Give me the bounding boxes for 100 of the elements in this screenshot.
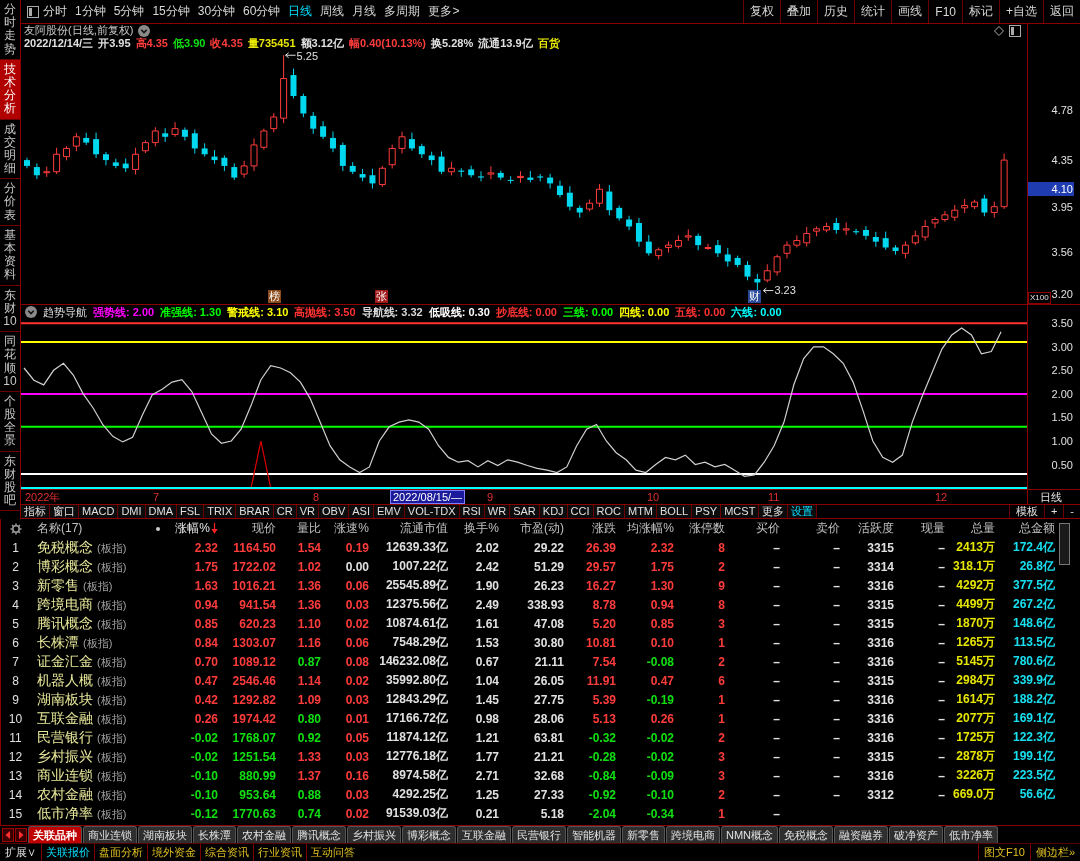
board-name[interactable]: 证金汇金 <box>37 652 93 671</box>
board-name[interactable]: 免税概念 <box>37 538 93 557</box>
side-tab[interactable]: 同花顺10 <box>0 332 20 392</box>
column-header[interactable]: 涨停数 <box>689 520 725 537</box>
column-header[interactable]: 买价 <box>756 520 780 537</box>
toolbar-button[interactable]: 叠加 <box>780 0 818 23</box>
indicator-tab[interactable]: MACD <box>79 505 119 518</box>
column-header[interactable]: 涨跌 <box>592 520 616 537</box>
related-tab[interactable]: 新零售 <box>622 826 665 843</box>
period-tab[interactable]: 日线 <box>284 1 317 22</box>
toolbar-button[interactable]: 画线 <box>891 0 929 23</box>
related-tab[interactable]: 乡村振兴 <box>347 826 401 843</box>
scrollbar-thumb[interactable] <box>1059 523 1070 565</box>
related-tab[interactable]: 博彩概念 <box>402 826 456 843</box>
period-tab[interactable]: 5分钟 <box>109 1 149 22</box>
related-tab[interactable]: 商业连锁 <box>83 826 137 843</box>
indicator-tab[interactable]: RSI <box>459 505 485 518</box>
board-name[interactable]: 商业连锁 <box>37 766 93 785</box>
period-tab[interactable]: 1分钟 <box>71 1 110 22</box>
indicator-tab[interactable]: EMV <box>373 505 405 518</box>
chevron-circle-icon[interactable] <box>25 306 37 318</box>
column-header[interactable]: 均涨幅% <box>627 520 674 537</box>
board-name[interactable]: 农村金融 <box>37 785 93 804</box>
related-tab[interactable]: 智能机器 <box>567 826 621 843</box>
indicator-tab[interactable]: ASI <box>349 505 374 518</box>
expand-button[interactable]: 扩展∨ <box>0 844 41 861</box>
event-marker[interactable]: 榜 <box>268 290 281 303</box>
related-tab[interactable]: 农村金融 <box>237 826 291 843</box>
indicator-tab[interactable]: VR <box>296 505 319 518</box>
related-tab[interactable]: 低市净率 <box>944 826 999 843</box>
panel-icon[interactable] <box>27 5 39 18</box>
indicator-tab[interactable]: BOLL <box>657 505 693 518</box>
column-header[interactable]: 涨幅% <box>175 520 210 537</box>
related-tab[interactable]: 民营银行 <box>512 826 566 843</box>
board-name[interactable]: 民营银行 <box>37 728 93 747</box>
indicator-tab[interactable]: DMA <box>145 505 177 518</box>
column-header[interactable]: 活跃度 <box>858 520 894 537</box>
indicator-tab[interactable]: PSY <box>692 505 722 518</box>
arrow-right-icon[interactable] <box>15 827 27 842</box>
indicator-tab[interactable]: 指标 <box>21 505 50 518</box>
indicator-tab[interactable]: VOL-TDX <box>404 505 460 518</box>
side-tab[interactable]: 技术分析 <box>0 59 20 120</box>
board-name[interactable]: 长株潭 <box>37 633 79 652</box>
indicator-tab[interactable]: TRIX <box>204 505 237 518</box>
board-name[interactable]: 机器人概 <box>37 671 93 690</box>
indicator-action-button[interactable]: 模板 <box>1008 505 1044 518</box>
indicator-tab[interactable]: DMI <box>118 505 146 518</box>
board-name[interactable]: 低市净率 <box>37 804 93 823</box>
related-tab[interactable]: 互联金融 <box>457 826 511 843</box>
toolbar-button[interactable]: 统计 <box>854 0 892 23</box>
indicator-tab[interactable]: CR <box>273 505 297 518</box>
chevron-circle-icon[interactable] <box>138 24 151 37</box>
indicator-tab[interactable]: MCST <box>721 505 760 518</box>
column-header[interactable]: 总金额 <box>1019 520 1055 537</box>
indicator-tab[interactable]: CCI <box>567 505 594 518</box>
diamond-icon[interactable] <box>994 25 1004 36</box>
board-name[interactable]: 乡村振兴 <box>37 747 93 766</box>
board-name[interactable]: 湖南板块 <box>37 690 93 709</box>
column-header[interactable]: 流通市值 <box>400 520 448 537</box>
panel-icon[interactable] <box>1009 24 1021 37</box>
column-header[interactable]: 涨速% <box>334 520 369 537</box>
indicator-tab[interactable]: KDJ <box>539 505 568 518</box>
indicator-tab[interactable]: ROC <box>593 505 625 518</box>
indicator-tab[interactable]: 窗口 <box>50 505 79 518</box>
board-name[interactable]: 互联金融 <box>37 709 93 728</box>
indicator-action-button[interactable]: - <box>1063 505 1080 518</box>
column-header[interactable]: 现价 <box>252 520 276 537</box>
toolbar-button[interactable]: 复权 <box>743 0 781 23</box>
column-header[interactable]: 现量 <box>921 520 945 537</box>
event-marker[interactable]: 张 <box>375 290 388 303</box>
related-tab[interactable]: 腾讯概念 <box>292 826 346 843</box>
period-tab[interactable]: 分时 <box>39 1 71 22</box>
period-tab[interactable]: 15分钟 <box>148 1 194 22</box>
period-tab[interactable]: 60分钟 <box>239 1 285 22</box>
board-name[interactable]: 腾讯概念 <box>37 614 93 633</box>
toolbar-button[interactable]: F10 <box>928 0 962 23</box>
column-header[interactable]: 卖价 <box>816 520 840 537</box>
toolbar-button[interactable]: 标记 <box>962 0 999 23</box>
period-tab[interactable]: 月线 <box>348 1 381 22</box>
related-tab[interactable]: 跨境电商 <box>666 826 720 843</box>
indicator-tab[interactable]: SAR <box>510 505 540 518</box>
related-tab[interactable]: 湖南板块 <box>138 826 192 843</box>
column-header[interactable]: 量比 <box>297 520 321 537</box>
indicator-tab[interactable]: MTM <box>625 505 658 518</box>
column-header[interactable]: 名称(17) <box>37 519 83 538</box>
toolbar-button[interactable]: 历史 <box>817 0 855 23</box>
side-tab[interactable]: 分时走势 <box>0 0 20 60</box>
indicator-tab[interactable]: BRAR <box>236 505 274 518</box>
indicator-tab[interactable]: FSL <box>177 505 205 518</box>
indicator-tab[interactable]: 更多 <box>759 505 789 518</box>
period-tab[interactable]: 更多> <box>424 1 464 22</box>
indicator-action-button[interactable]: + <box>1043 505 1064 518</box>
indicator-tab[interactable]: WR <box>484 505 511 518</box>
related-tab[interactable]: 破净资产 <box>889 826 944 843</box>
related-tab[interactable]: 关联品种 <box>28 826 82 843</box>
column-header[interactable]: 换手% <box>464 520 499 537</box>
period-tab[interactable]: 多周期 <box>380 1 425 22</box>
event-marker[interactable]: 财 <box>748 290 761 303</box>
related-tab[interactable]: NMN概念 <box>721 826 779 843</box>
side-tab[interactable]: 分价表 <box>0 179 20 226</box>
